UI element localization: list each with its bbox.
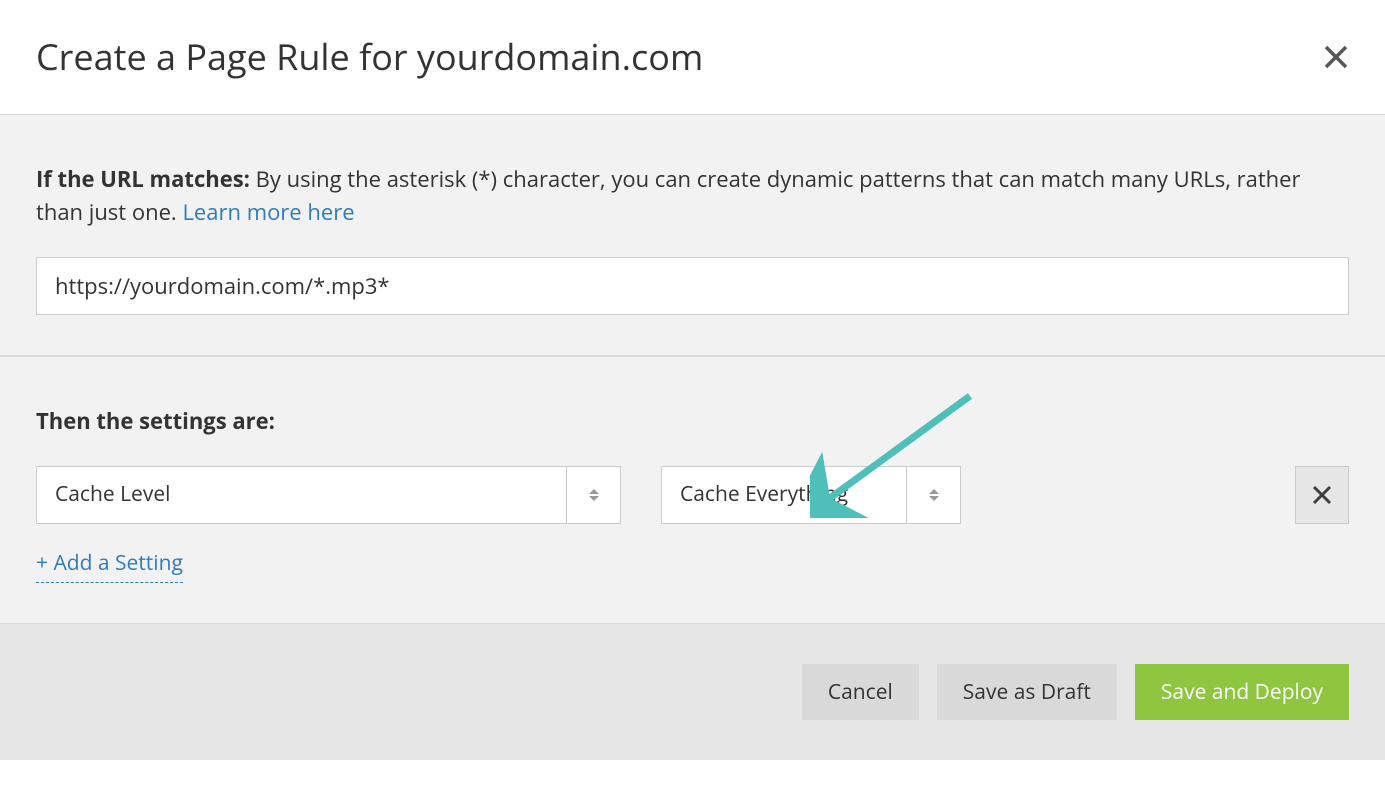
setting-type-select[interactable]: Cache Level: [36, 466, 621, 524]
chevron-up-icon: [589, 489, 599, 494]
url-match-section: If the URL matches: By using the asteris…: [0, 114, 1385, 356]
setting-value-label: Cache Everything: [662, 467, 906, 523]
save-deploy-button[interactable]: Save and Deploy: [1135, 664, 1349, 720]
cancel-button[interactable]: Cancel: [802, 664, 919, 720]
setting-value-select[interactable]: Cache Everything: [661, 466, 961, 524]
chevron-down-icon: [929, 496, 939, 501]
page-rule-modal: Create a Page Rule for yourdomain.com If…: [0, 0, 1385, 760]
save-draft-button[interactable]: Save as Draft: [937, 664, 1117, 720]
setting-type-value: Cache Level: [37, 467, 566, 523]
remove-setting-button[interactable]: [1295, 466, 1349, 524]
learn-more-link[interactable]: Learn more here: [182, 197, 354, 227]
settings-section: Then the settings are: Cache Level Cache…: [0, 356, 1385, 624]
url-pattern-input[interactable]: [36, 257, 1349, 315]
close-icon[interactable]: [1323, 39, 1349, 75]
modal-title: Create a Page Rule for yourdomain.com: [36, 30, 703, 84]
stepper-icon: [566, 467, 620, 523]
url-match-label: If the URL matches:: [36, 164, 250, 194]
close-icon: [1312, 485, 1332, 505]
modal-header: Create a Page Rule for yourdomain.com: [0, 0, 1385, 114]
settings-heading: Then the settings are:: [36, 405, 1349, 438]
chevron-up-icon: [929, 489, 939, 494]
modal-footer: Cancel Save as Draft Save and Deploy: [0, 624, 1385, 760]
stepper-icon: [906, 467, 960, 523]
chevron-down-icon: [589, 496, 599, 501]
add-setting-link[interactable]: + Add a Setting: [36, 548, 183, 583]
setting-row: Cache Level Cache Everything: [36, 466, 1349, 524]
url-match-description: If the URL matches: By using the asteris…: [36, 163, 1349, 229]
